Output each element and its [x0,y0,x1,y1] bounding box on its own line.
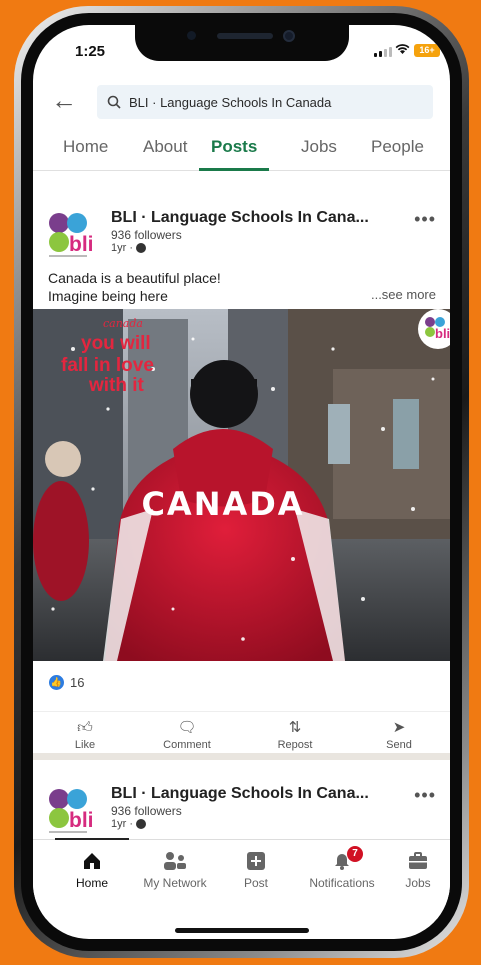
svg-text:bli: bli [435,326,450,341]
more-options-icon[interactable]: ••• [414,785,436,806]
post-age: 1yr · [111,242,146,254]
repost-icon: ⇅ [288,719,302,736]
jacket-text: CANADA [141,485,304,523]
tab-posts[interactable]: Posts [211,137,257,157]
send-icon: ➤ [392,719,406,736]
active-tab-indicator [199,168,269,171]
overlay-line3: with it [88,375,145,396]
search-icon [107,95,121,109]
signal-icon [374,47,392,57]
post-icon [247,852,265,870]
tab-people[interactable]: People [371,137,424,157]
follower-count: 936 followers [111,228,182,242]
search-input[interactable]: BLI · Language Schools In Canada [97,85,433,119]
company-name[interactable]: BLI · Language Schools In Cana... [111,209,369,227]
like-button[interactable]: 👍︎ Like [45,719,125,752]
bottom-navigation: Home My Network Post 7 Notifications Job… [33,838,450,919]
search-query: BLI · Language Schools In Canada [129,94,332,110]
home-icon [84,853,100,869]
overlay-line1: you will [81,333,151,354]
briefcase-icon [409,852,427,869]
company-name[interactable]: BLI · Language Schools In Cana... [111,785,369,803]
post-image[interactable]: CANADA canada you will fall in love with… [33,309,450,661]
svg-text:bli: bli [69,809,94,832]
post-age: 1yr · [111,818,146,830]
speaker [216,33,273,39]
notch [134,25,349,61]
thumbs-up-icon: 👍︎ [77,719,93,736]
phone-frame: 1:25 16+ ← BLI · Language Schools In Can… [14,6,469,958]
tab-jobs[interactable]: Jobs [301,137,337,157]
search-row: ← BLI · Language Schools In Canada [33,83,450,123]
nav-home[interactable]: Home [47,850,137,890]
overlay-small-text: canada [103,317,143,330]
repost-button[interactable]: ⇅ Repost [255,719,335,752]
overlay-line2: fall in love [61,355,154,376]
phone-screen: 1:25 16+ ← BLI · Language Schools In Can… [33,25,450,939]
comment-icon: 🗨︎ [177,719,197,736]
company-logo[interactable]: bli [47,787,103,837]
reaction-summary[interactable]: 👍 16 [49,675,84,690]
status-time: 1:25 [75,43,106,60]
reaction-count: 16 [70,675,85,690]
active-nav-indicator [55,838,129,840]
phone-bezel: 1:25 16+ ← BLI · Language Schools In Can… [21,13,462,951]
svg-text:bli: bli [69,233,94,256]
globe-icon [136,243,146,253]
post-photo: CANADA canada you will fall in love with… [33,309,450,661]
post-header[interactable]: bli BLI · Language Schools In Cana... 93… [33,781,450,837]
caption-line: Canada is a beautiful place! [48,270,221,286]
more-options-icon[interactable]: ••• [414,209,436,230]
follower-count: 936 followers [111,804,182,818]
nav-post[interactable]: Post [211,850,301,890]
company-logo[interactable]: bli [47,211,103,261]
battery-indicator: 16+ [414,44,440,57]
nav-my-network[interactable]: My Network [130,850,220,890]
post-actions: 👍︎ Like 🗨︎ Comment ⇅ Repost ➤ Send [33,711,450,751]
front-camera [282,30,295,42]
tab-home[interactable]: Home [63,137,108,157]
wifi-icon [395,43,410,58]
company-tabs: Home About Posts Jobs People [33,127,450,171]
back-arrow-icon[interactable]: ← [51,87,77,113]
network-icon [164,852,186,870]
home-indicator[interactable] [175,928,309,933]
like-reaction-icon: 👍 [49,675,64,690]
post-divider [33,753,450,760]
see-more-link[interactable]: ...see more [371,287,436,302]
send-button[interactable]: ➤ Send [359,719,439,752]
sensor [186,31,196,40]
nav-jobs[interactable]: Jobs [373,850,450,890]
globe-icon [136,819,146,829]
comment-button[interactable]: 🗨︎ Comment [147,719,227,752]
tab-about[interactable]: About [143,137,187,157]
post-header[interactable]: bli BLI · Language Schools In Cana... 93… [33,205,450,261]
notification-badge: 7 [347,846,363,862]
